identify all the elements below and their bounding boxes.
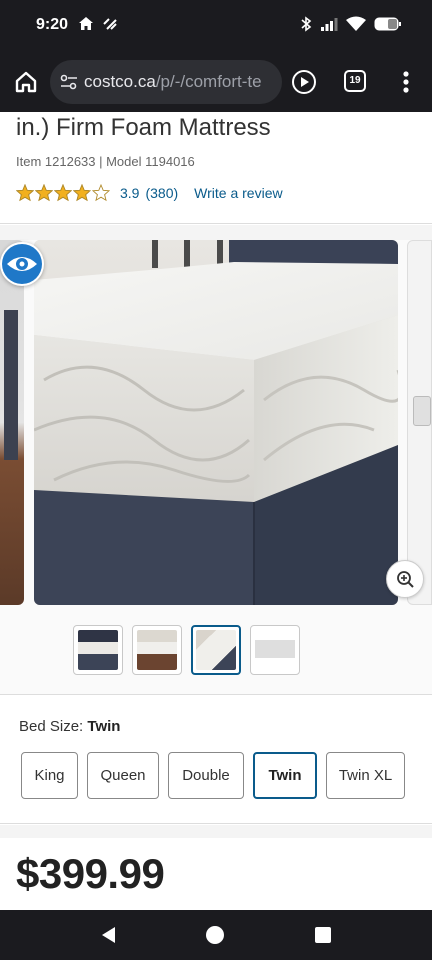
home-outline-icon <box>15 71 37 93</box>
item-model-number: Item 1212633 | Model 1194016 <box>16 154 195 169</box>
product-header: in.) Firm Foam Mattress Item 1212633 | M… <box>0 112 432 224</box>
system-nav-bar <box>0 910 432 960</box>
star-icon <box>35 184 53 202</box>
wifi-icon <box>346 16 366 31</box>
bed-size-title: Bed Size: <box>19 718 84 735</box>
url-domain: costco.ca <box>84 72 156 91</box>
tab-switcher-button[interactable]: 19 <box>344 70 366 92</box>
more-vert-icon <box>403 71 409 93</box>
browser-menu-button[interactable] <box>396 68 416 96</box>
browser-toolbar: costco.ca/p/-/comfort-te 19 <box>0 52 432 112</box>
zoom-button[interactable] <box>386 560 424 598</box>
bed-size-label: Bed Size: Twin <box>19 718 120 735</box>
zoom-in-icon <box>397 571 414 588</box>
home-icon <box>79 17 93 30</box>
size-option-king[interactable]: King <box>21 752 78 799</box>
section-divider <box>0 825 432 838</box>
section-divider <box>0 225 432 240</box>
bed-post <box>4 310 18 460</box>
rating-row: 3.9 (380) Write a review <box>16 184 283 202</box>
thumbnail-1[interactable] <box>73 625 123 675</box>
size-option-twin[interactable]: Twin <box>253 752 317 799</box>
size-option-queen[interactable]: Queen <box>87 752 159 799</box>
review-count[interactable]: (380) <box>145 185 178 201</box>
next-image-mattress <box>413 396 431 426</box>
status-time: 9:20 <box>36 16 69 33</box>
main-product-image[interactable] <box>34 240 398 605</box>
signal-assist-icon <box>103 18 117 30</box>
play-circle-icon <box>292 70 316 94</box>
bed-size-selector: Bed Size: Twin King Queen Double Twin Tw… <box>0 696 432 824</box>
thumbnail-strip <box>73 625 300 675</box>
thumbnail-3[interactable] <box>191 625 241 675</box>
site-settings-icon[interactable] <box>60 73 78 91</box>
mattress-photo <box>34 240 398 605</box>
thumbnail-image <box>137 630 177 670</box>
star-icon <box>73 184 91 202</box>
bluetooth-icon <box>301 16 312 32</box>
previous-image[interactable] <box>0 240 24 605</box>
view-360-button[interactable] <box>0 242 44 286</box>
url-text[interactable]: costco.ca/p/-/comfort-te <box>84 72 262 92</box>
size-option-double[interactable]: Double <box>168 752 244 799</box>
star-icon <box>92 184 110 202</box>
bed-size-selected: Twin <box>87 718 121 735</box>
size-option-twin-xl[interactable]: Twin XL <box>326 752 405 799</box>
thumbnail-4[interactable] <box>250 625 300 675</box>
product-title: in.) Firm Foam Mattress <box>16 114 271 141</box>
star-icon <box>16 184 34 202</box>
next-image[interactable] <box>407 240 432 605</box>
thumbnail-image <box>196 630 236 670</box>
product-gallery <box>0 240 432 695</box>
star-rating[interactable] <box>16 184 110 202</box>
address-bar[interactable]: costco.ca/p/-/comfort-te <box>50 60 282 104</box>
thumbnail-image <box>255 630 295 670</box>
size-options: King Queen Double Twin Twin XL <box>21 752 405 799</box>
star-icon <box>54 184 72 202</box>
eye-icon <box>2 244 42 284</box>
write-review-link[interactable]: Write a review <box>194 185 282 201</box>
home-button[interactable] <box>206 926 224 944</box>
status-bar: 9:20 <box>0 0 432 52</box>
recents-button[interactable] <box>315 927 331 943</box>
battery-icon <box>374 17 401 31</box>
back-icon[interactable] <box>100 926 118 944</box>
thumbnail-image <box>78 630 118 670</box>
cell-signal-icon <box>321 18 338 31</box>
listen-button[interactable] <box>291 69 317 95</box>
price-section: $399.99 <box>0 838 432 910</box>
rating-value[interactable]: 3.9 <box>120 185 139 201</box>
product-price: $399.99 <box>16 850 165 897</box>
browser-home-button[interactable] <box>12 68 40 96</box>
thumbnail-2[interactable] <box>132 625 182 675</box>
url-path: /p/-/comfort-te <box>155 72 262 91</box>
